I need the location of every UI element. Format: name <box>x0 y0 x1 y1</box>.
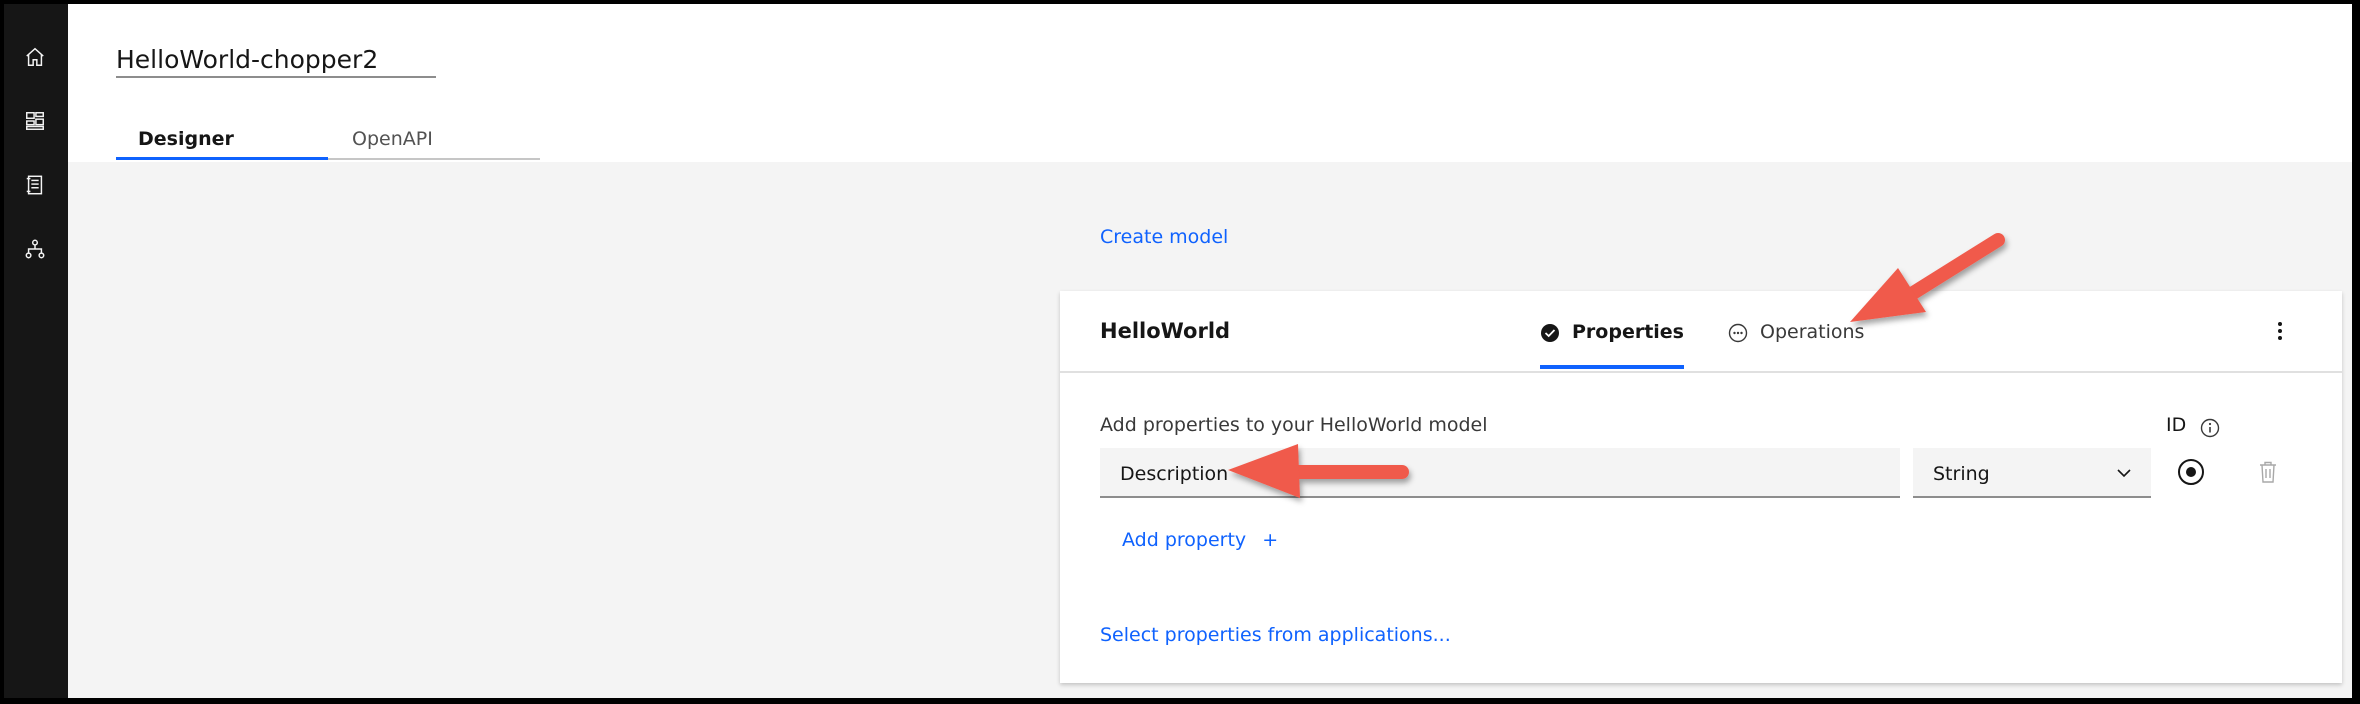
create-model-link[interactable]: Create model <box>1100 226 1228 248</box>
tab-properties-label: Properties <box>1572 321 1684 343</box>
tab-operations[interactable]: Operations <box>1728 313 1864 369</box>
overflow-circle-icon <box>1728 323 1748 343</box>
property-type-select[interactable]: String <box>1913 448 2151 498</box>
home-icon[interactable] <box>22 44 48 70</box>
property-type-value: String <box>1933 463 1990 485</box>
trash-icon[interactable] <box>2257 460 2279 484</box>
add-property-label: Add property <box>1122 529 1247 551</box>
catalog-icon[interactable] <box>22 172 48 198</box>
app-title-field[interactable]: HelloWorld-chopper2 <box>116 44 436 78</box>
app-window: HelloWorld-chopper2 Designer OpenAPI Cre… <box>4 4 2352 698</box>
tab-properties[interactable]: Properties <box>1540 313 1684 369</box>
property-name-input[interactable]: Description <box>1100 448 1900 498</box>
id-column-label: ID <box>2166 414 2187 436</box>
model-card: HelloWorld Properties Operations Add pro… <box>1060 291 2342 683</box>
tab-designer[interactable]: Designer <box>116 116 328 160</box>
dashboard-icon[interactable] <box>22 108 48 134</box>
hierarchy-icon[interactable] <box>22 236 48 262</box>
tab-openapi[interactable]: OpenAPI <box>328 116 540 160</box>
select-from-applications-link[interactable]: Select properties from applications... <box>1100 624 1451 646</box>
add-property-button[interactable]: Add property + <box>1122 529 1278 551</box>
id-radio-button[interactable] <box>2178 459 2204 485</box>
overflow-menu-icon[interactable] <box>2276 319 2284 343</box>
model-name: HelloWorld <box>1100 319 1231 343</box>
left-nav-rail <box>4 4 68 698</box>
tab-operations-label: Operations <box>1760 321 1865 343</box>
checkmark-filled-icon <box>1541 324 1559 342</box>
info-icon[interactable] <box>2200 418 2220 438</box>
model-card-header: HelloWorld Properties Operations <box>1060 291 2342 373</box>
properties-helper-label: Add properties to your HelloWorld model <box>1100 414 1488 436</box>
add-icon: + <box>1262 529 1279 551</box>
page-header: HelloWorld-chopper2 Designer OpenAPI <box>68 4 2352 162</box>
chevron-down-icon <box>2117 469 2131 478</box>
